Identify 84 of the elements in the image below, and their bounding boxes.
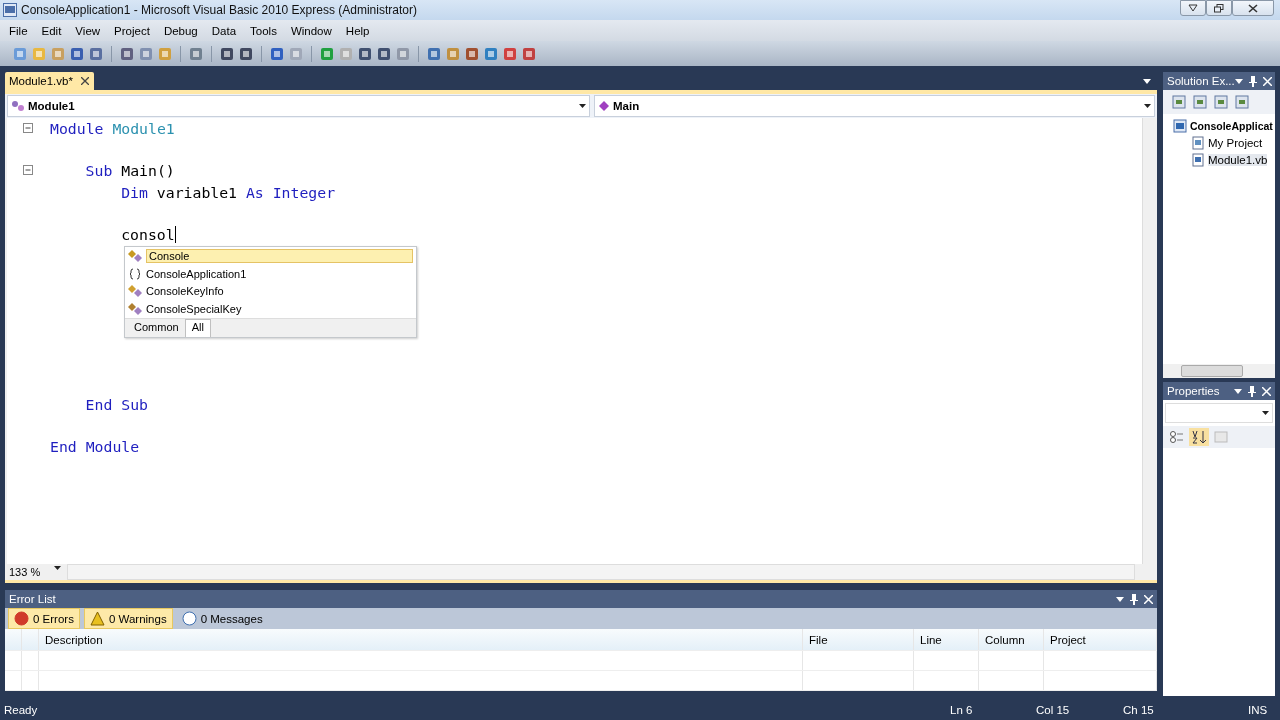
alphabetical-sort-icon[interactable] <box>1189 428 1209 446</box>
vertical-scrollbar[interactable] <box>1142 118 1157 564</box>
module-icon <box>11 99 25 113</box>
close-icon <box>1248 3 1258 13</box>
menu-item[interactable]: Edit <box>34 24 69 37</box>
completion-tab[interactable]: All <box>184 319 211 338</box>
view-code-icon[interactable] <box>1234 94 1250 110</box>
code-line: Sub Main() <box>85 162 175 180</box>
member-dropdown[interactable]: Main <box>594 95 1155 117</box>
class-icon <box>128 302 142 317</box>
filter-button[interactable]: 0 Errors <box>8 608 80 629</box>
pin-icon[interactable] <box>1248 385 1256 397</box>
completion-tab[interactable]: Common <box>128 320 185 338</box>
show-all-files-icon[interactable] <box>1171 94 1187 110</box>
column-header[interactable]: Column <box>979 629 1044 650</box>
pin-icon[interactable] <box>1248 75 1257 87</box>
completion-item[interactable]: ConsoleApplication1 <box>125 264 416 283</box>
column-header[interactable]: Line <box>914 629 979 650</box>
document-tab[interactable]: Module1.vb* <box>5 72 94 90</box>
dropdown-arrow-icon <box>1144 104 1151 108</box>
restore-icon <box>1214 3 1224 13</box>
collapse-icon[interactable] <box>22 165 34 177</box>
code-line: Module Module1 <box>50 120 175 138</box>
code-line: consol <box>121 226 175 244</box>
dropdown-arrow-icon[interactable] <box>1234 388 1242 394</box>
vb-project-icon <box>1173 118 1187 133</box>
dropdown-arrow-icon <box>579 104 586 108</box>
dropdown-arrow-icon[interactable] <box>1143 79 1151 84</box>
completion-item[interactable]: ConsoleKeyInfo <box>125 282 416 301</box>
info-icon <box>181 611 197 626</box>
line-number: Ln 6 <box>950 704 974 716</box>
tree-item[interactable]: My Project <box>1163 134 1275 151</box>
dropdown-arrow-icon <box>1262 411 1269 415</box>
panel-title: Properties <box>1167 385 1220 397</box>
panel-title: Error List <box>9 593 56 605</box>
triangle-down-icon <box>1188 4 1198 12</box>
column-header[interactable]: Description <box>39 629 803 650</box>
horizontal-scrollbar[interactable] <box>1163 364 1275 378</box>
restore-button[interactable] <box>1206 0 1232 16</box>
close-button[interactable] <box>1232 0 1274 16</box>
menu-item[interactable]: Data <box>204 24 244 37</box>
menu-item[interactable]: File <box>2 24 35 37</box>
menu-item[interactable]: Help <box>338 24 377 37</box>
zoom-dropdown[interactable]: 133 % <box>5 566 61 578</box>
menu-item[interactable]: Window <box>283 24 339 37</box>
char-number: Ch 15 <box>1123 704 1155 716</box>
insert-mode: INS <box>1248 704 1269 716</box>
tree-item[interactable]: ConsoleApplicat <box>1163 117 1275 134</box>
panel-title: Solution Ex... <box>1167 75 1235 87</box>
close-icon[interactable] <box>80 77 89 85</box>
code-line: End Sub <box>85 395 148 413</box>
filter-button[interactable]: 0 Warnings <box>83 608 173 629</box>
project-settings-icon <box>1191 135 1205 150</box>
method-icon <box>598 100 610 112</box>
menu-item[interactable]: Tools <box>243 24 284 37</box>
app-icon <box>3 3 17 17</box>
class-icon <box>128 284 142 299</box>
menu-item[interactable]: View <box>68 24 108 37</box>
column-header[interactable]: File <box>803 629 914 650</box>
code-line: Dim variable1 As Integer <box>121 183 336 201</box>
filter-button[interactable]: 0 Messages <box>176 609 268 628</box>
horizontal-scrollbar[interactable] <box>67 564 1135 580</box>
dropdown-arrow-icon <box>54 566 61 570</box>
dropdown-arrow-icon[interactable] <box>1116 596 1124 602</box>
vb-file-icon <box>1191 152 1205 167</box>
braces-icon <box>128 266 142 281</box>
refresh-icon[interactable] <box>1213 94 1229 110</box>
window-title: ConsoleApplication1 - Microsoft Visual Basic 2010 Express (Administrator) <box>21 3 417 17</box>
pin-icon[interactable] <box>1130 593 1138 605</box>
column-header[interactable]: Project <box>1044 629 1157 650</box>
column-number: Col 15 <box>1036 704 1071 716</box>
menu-item[interactable]: Debug <box>156 24 205 37</box>
categorized-icon[interactable] <box>1169 429 1185 445</box>
error-icon <box>14 611 29 626</box>
warning-icon <box>89 611 105 626</box>
completion-item[interactable]: ConsoleSpecialKey <box>125 300 416 319</box>
dropdown-arrow-icon[interactable] <box>1234 78 1243 84</box>
class-icon <box>128 248 142 263</box>
collapse-icon[interactable] <box>22 123 34 135</box>
status-message: Ready <box>4 704 39 716</box>
code-line: End Module <box>50 437 140 455</box>
type-dropdown[interactable]: Module1 <box>7 95 590 117</box>
menu-item[interactable]: Project <box>107 24 157 37</box>
tree-item[interactable]: Module1.vb <box>1163 151 1275 168</box>
